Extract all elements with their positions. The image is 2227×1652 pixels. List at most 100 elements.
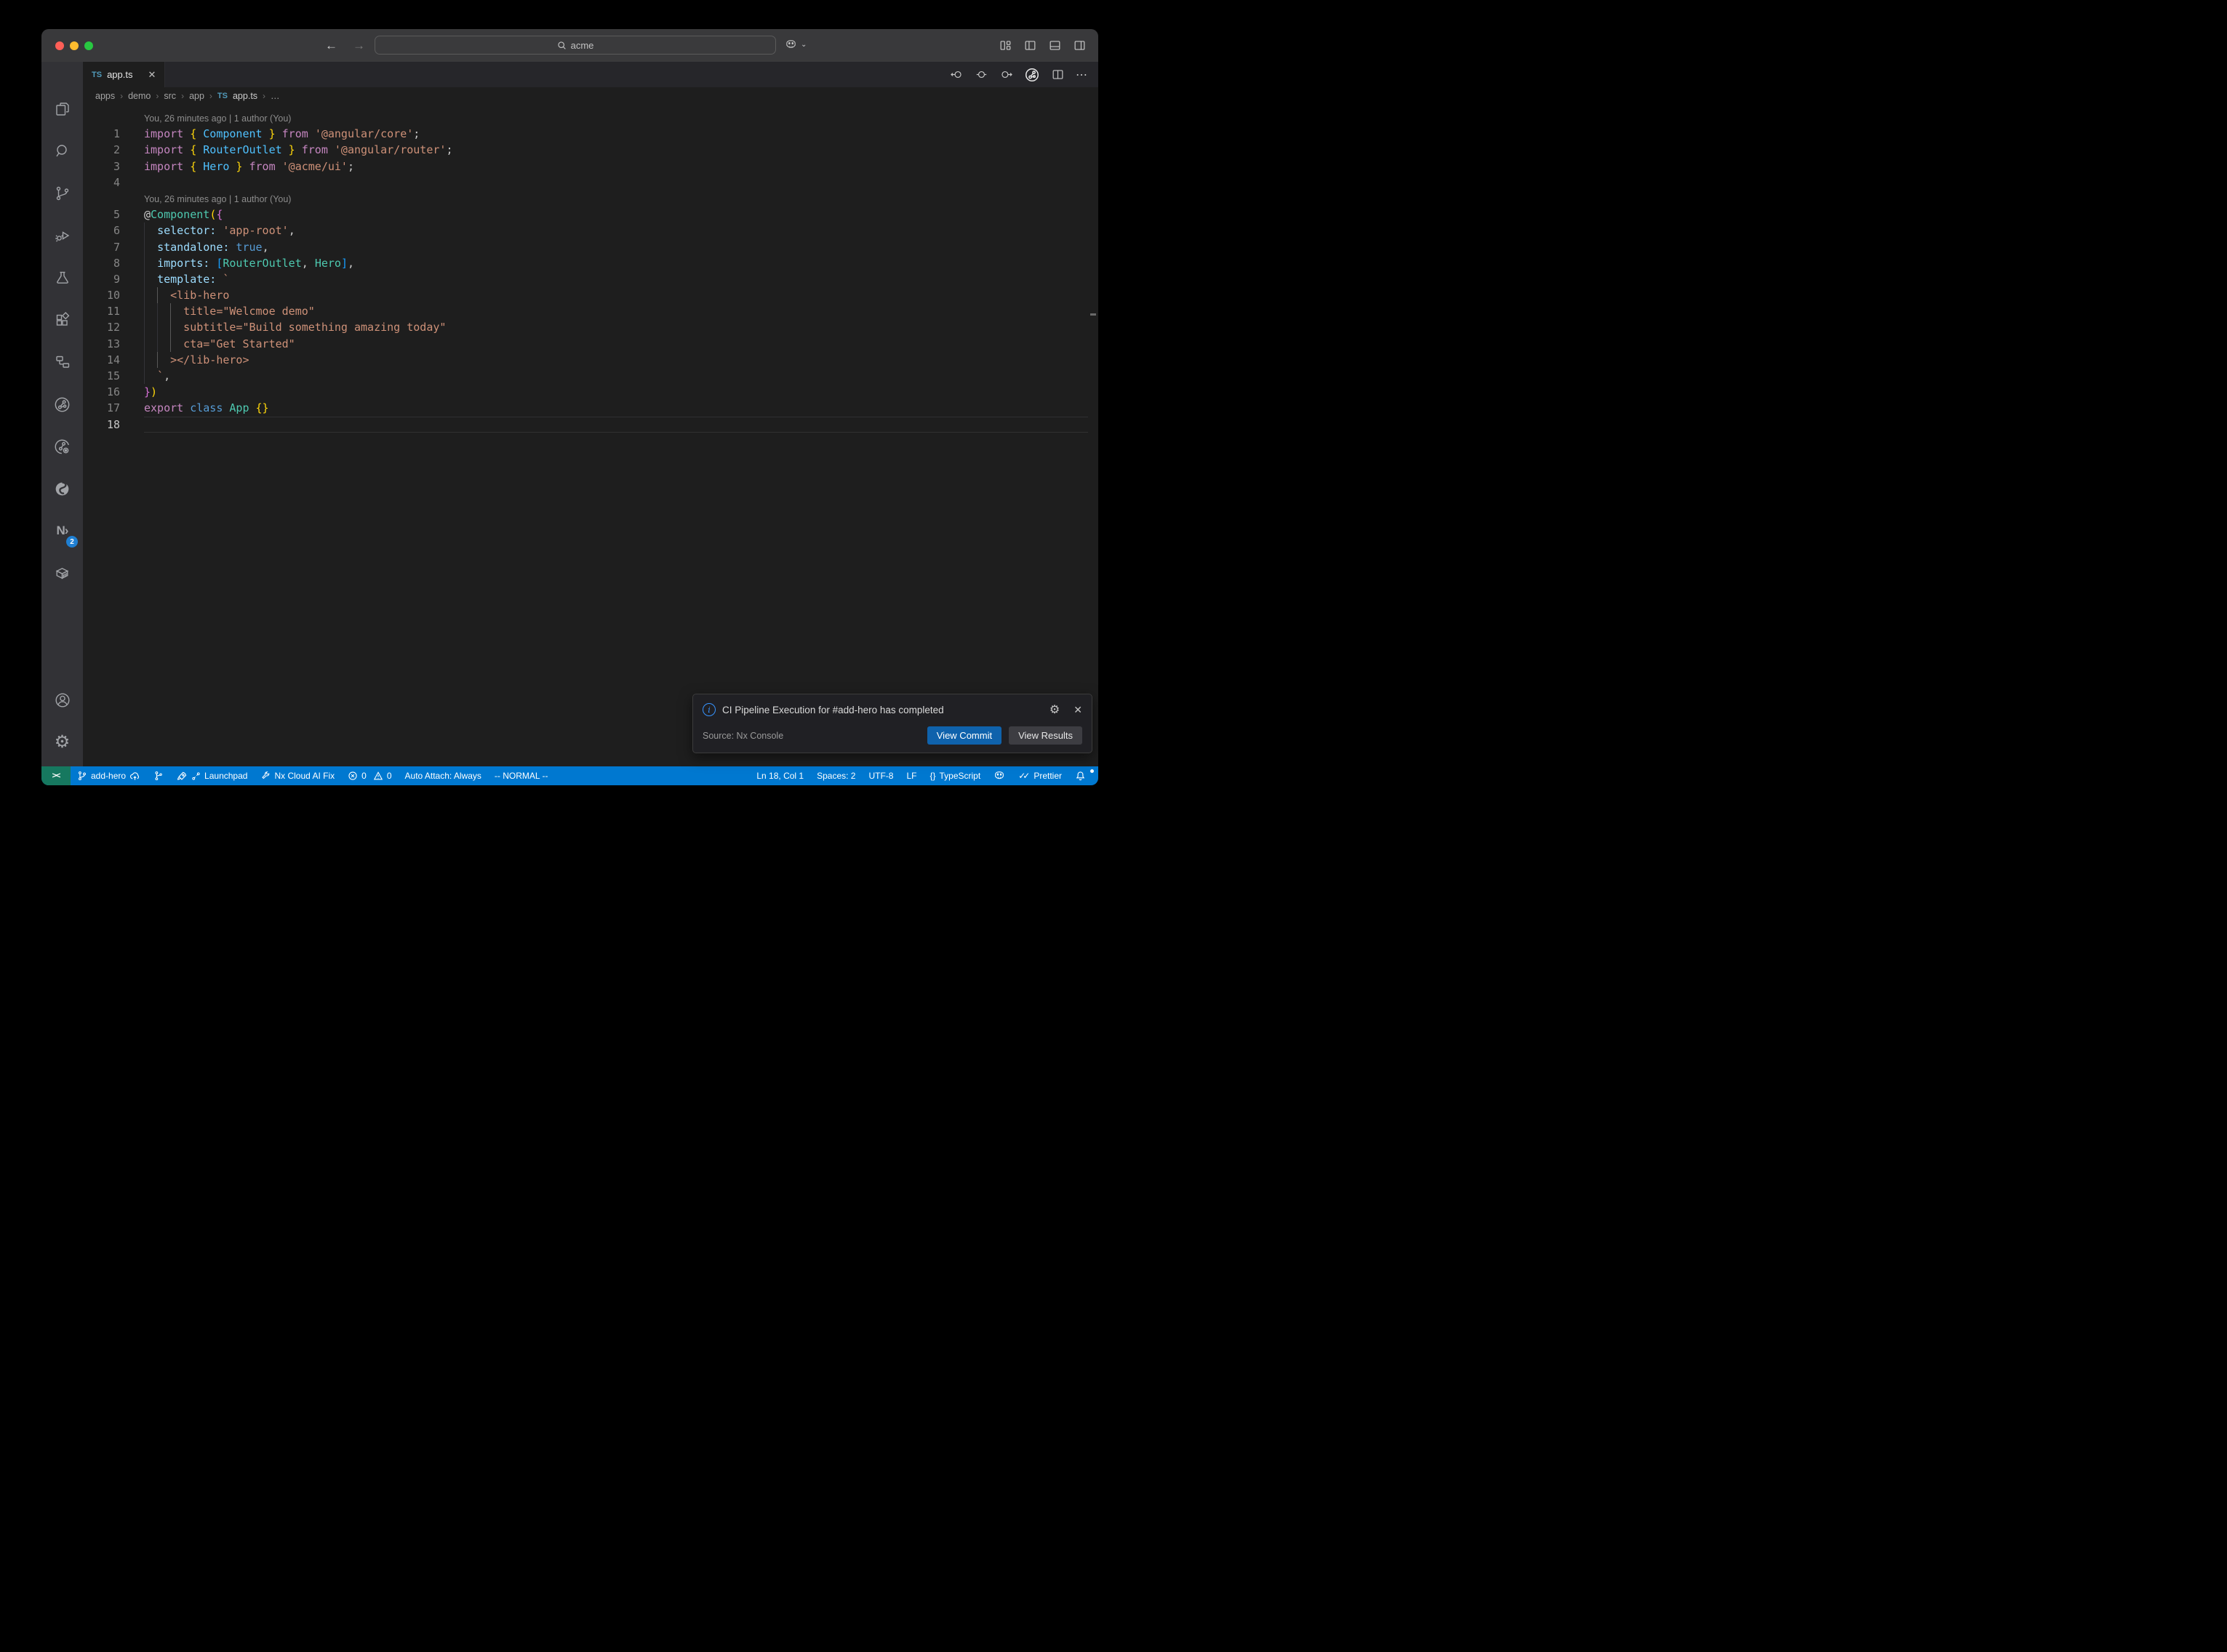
- code-line: 6 selector: 'app-root',: [83, 222, 1098, 238]
- changes-icon[interactable]: [975, 68, 988, 81]
- line-number: 16: [83, 384, 144, 400]
- breadcrumb-file[interactable]: app.ts: [233, 91, 257, 101]
- copilot-icon: [785, 39, 797, 51]
- minimize-window-button[interactable]: [70, 41, 79, 50]
- formatter-item[interactable]: ✓✓ Prettier: [1012, 766, 1068, 785]
- close-window-button[interactable]: [55, 41, 64, 50]
- tab-close-icon[interactable]: ✕: [148, 69, 156, 81]
- blame-annotation[interactable]: You, 26 minutes ago | 1 author (You): [83, 191, 1098, 206]
- open-commit-graph-icon[interactable]: [1024, 67, 1040, 83]
- testing-icon[interactable]: [41, 257, 83, 299]
- forward-arrow-icon[interactable]: →: [353, 39, 365, 53]
- typescript-file-icon: TS: [217, 92, 228, 100]
- info-icon: i: [703, 703, 716, 716]
- more-actions-icon[interactable]: ⋯: [1076, 68, 1088, 82]
- git-branch-icon: [77, 771, 87, 781]
- nx-console-icon[interactable]: N› 2: [41, 510, 83, 552]
- search-value: acme: [571, 40, 594, 51]
- notification-toast: i CI Pipeline Execution for #add-hero ha…: [692, 694, 1092, 753]
- status-bar: >< add-hero Launchpad: [41, 766, 1098, 785]
- problems-item[interactable]: 0 0: [341, 766, 398, 785]
- breadcrumb-item[interactable]: src: [164, 91, 176, 101]
- next-change-icon[interactable]: [999, 68, 1013, 81]
- line-number: 18: [83, 417, 144, 433]
- search-icon: [557, 41, 567, 50]
- breadcrumb-separator: ›: [209, 91, 212, 101]
- view-commit-button[interactable]: View Commit: [927, 726, 1001, 745]
- container-icon[interactable]: [41, 552, 83, 594]
- eol-item[interactable]: LF: [900, 766, 923, 785]
- line-number: 13: [83, 336, 144, 352]
- run-debug-icon[interactable]: [41, 214, 83, 257]
- auto-attach-item[interactable]: Auto Attach: Always: [399, 766, 488, 785]
- gitlens-inspect-icon[interactable]: [41, 425, 83, 468]
- vim-mode-item[interactable]: -- NORMAL --: [488, 766, 555, 785]
- code-line: 7 standalone: true,: [83, 239, 1098, 255]
- breadcrumb-separator: ›: [120, 91, 123, 101]
- indentation-item[interactable]: Spaces: 2: [810, 766, 862, 785]
- line-number: 10: [83, 287, 144, 303]
- extensions-icon[interactable]: [41, 299, 83, 341]
- notifications-item[interactable]: [1068, 766, 1092, 785]
- graph-icon: [153, 771, 164, 781]
- commit-graph-icon[interactable]: [41, 383, 83, 425]
- back-arrow-icon[interactable]: ←: [325, 39, 337, 53]
- git-branch-item[interactable]: add-hero: [71, 766, 147, 785]
- nx-badge: 2: [66, 536, 78, 548]
- code-line: 10 <lib-hero: [83, 287, 1098, 303]
- copilot-status-item[interactable]: [987, 766, 1012, 785]
- language-mode-item[interactable]: {} TypeScript: [923, 766, 987, 785]
- bell-icon: [1075, 771, 1086, 782]
- breadcrumb-separator: ›: [181, 91, 184, 101]
- split-editor-icon[interactable]: [1051, 68, 1065, 81]
- view-results-button[interactable]: View Results: [1009, 726, 1082, 745]
- toggle-primary-sidebar-icon[interactable]: [1023, 39, 1037, 52]
- account-icon[interactable]: [41, 679, 83, 721]
- command-center-search[interactable]: acme: [375, 36, 776, 55]
- code-area[interactable]: You, 26 minutes ago | 1 author (You)1imp…: [83, 105, 1098, 766]
- wrench-icon: [260, 771, 271, 781]
- line-number: 7: [83, 239, 144, 255]
- line-number: 1: [83, 126, 144, 142]
- tab-app-ts[interactable]: TS app.ts ✕: [83, 62, 165, 87]
- encoding-item[interactable]: UTF-8: [862, 766, 900, 785]
- breadcrumb-item[interactable]: demo: [128, 91, 151, 101]
- maximize-window-button[interactable]: [84, 41, 93, 50]
- breadcrumb-item[interactable]: app: [189, 91, 204, 101]
- toggle-panel-icon[interactable]: [1048, 39, 1062, 52]
- toast-close-icon[interactable]: ✕: [1073, 704, 1082, 716]
- breadcrumb-symbol[interactable]: …: [271, 91, 280, 101]
- nx-cloud-fix-item[interactable]: Nx Cloud AI Fix: [254, 766, 341, 785]
- explorer-icon[interactable]: [41, 88, 83, 130]
- tab-bar: TS app.ts ✕: [83, 62, 1098, 87]
- blame-annotation[interactable]: You, 26 minutes ago | 1 author (You): [83, 110, 1098, 126]
- line-number: 5: [83, 206, 144, 222]
- source-control-graph-item[interactable]: [147, 766, 170, 785]
- line-number: 2: [83, 142, 144, 158]
- code-line: 13 cta="Get Started": [83, 336, 1098, 352]
- toggle-secondary-sidebar-icon[interactable]: [1073, 39, 1087, 52]
- line-number: [83, 110, 144, 126]
- toast-title: CI Pipeline Execution for #add-hero has …: [722, 705, 1043, 715]
- copilot-icon: [993, 770, 1005, 782]
- swirl-icon[interactable]: [41, 468, 83, 510]
- chevron-down-icon: ⌄: [801, 41, 807, 49]
- customize-layout-icon[interactable]: [999, 39, 1012, 52]
- launchpad-item[interactable]: Launchpad: [170, 766, 254, 785]
- source-control-icon[interactable]: [41, 172, 83, 214]
- tab-title: app.ts: [107, 69, 132, 80]
- code-line: 14 ></lib-hero>: [83, 352, 1098, 368]
- line-number: 4: [83, 175, 144, 191]
- cursor-position-item[interactable]: Ln 18, Col 1: [750, 766, 810, 785]
- toast-settings-gear-icon[interactable]: ⚙: [1049, 702, 1060, 717]
- line-number: 3: [83, 159, 144, 175]
- prev-change-icon[interactable]: [950, 68, 964, 81]
- copilot-menu[interactable]: ⌄: [785, 39, 807, 51]
- search-sidebar-icon[interactable]: [41, 130, 83, 172]
- settings-gear-icon[interactable]: ⚙: [41, 721, 83, 763]
- warnings-icon: [373, 771, 383, 781]
- remote-indicator[interactable]: ><: [41, 766, 71, 785]
- code-line: 3import { Hero } from '@acme/ui';: [83, 159, 1098, 175]
- breadcrumb-item[interactable]: apps: [95, 91, 115, 101]
- project-details-icon[interactable]: [41, 341, 83, 383]
